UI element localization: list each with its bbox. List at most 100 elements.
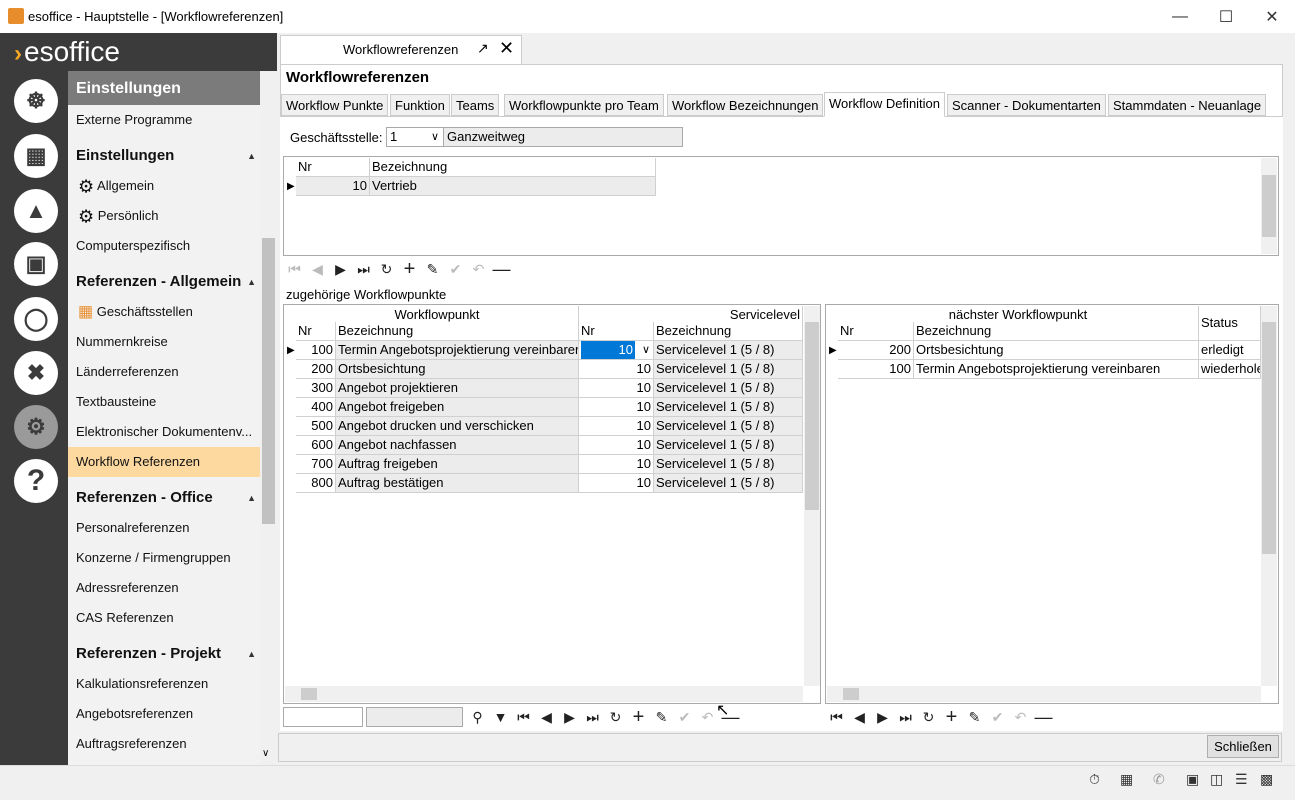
col-header-bezeichnung[interactable]: Bezeichnung (370, 158, 656, 177)
scroll-down-icon[interactable]: ∨ (262, 748, 269, 759)
left-grid-hscroll-thumb[interactable] (301, 688, 317, 700)
refresh-icon[interactable]: ↻ (604, 706, 627, 728)
refresh-icon[interactable]: ↻ (375, 258, 398, 280)
first-record-icon[interactable]: ⏮ (283, 258, 306, 280)
table-cell[interactable]: 10 (579, 379, 654, 398)
menu-item-allgemein[interactable]: ⚙ Allgemein (78, 176, 154, 197)
delete-icon[interactable]: — (1032, 706, 1055, 728)
gears-icon[interactable]: ⚙ (14, 405, 58, 449)
first-record-icon[interactable]: ⏮ (512, 706, 535, 728)
edit-icon[interactable]: ✎ (421, 258, 444, 280)
table-cell[interactable]: 10 ∨ (579, 341, 654, 360)
right-grid-hscrollbar[interactable] (827, 686, 1261, 702)
list-icon[interactable]: ☰ (1235, 771, 1248, 788)
col-header-bezeichnung[interactable]: Bezeichnung (914, 322, 1199, 341)
menu-item-textbausteine[interactable]: Textbausteine (76, 392, 156, 412)
geschaeftsstelle-select[interactable]: 1 ∨ (386, 127, 444, 147)
table-cell[interactable]: 800 (296, 474, 336, 493)
table-cell[interactable]: 10 (579, 474, 654, 493)
undo-icon[interactable]: ↶ (467, 258, 490, 280)
table-cell[interactable]: 700 (296, 455, 336, 474)
table-cell[interactable]: Servicelevel 1 (5 / 8) (654, 417, 803, 436)
close-tab-icon[interactable]: ✕ (499, 38, 514, 59)
table-cell[interactable]: wiederholen (1199, 360, 1261, 379)
save-icon[interactable]: ✔ (673, 706, 696, 728)
table-cell[interactable]: Angebot nachfassen (336, 436, 579, 455)
maximize-button[interactable]: ☐ (1203, 0, 1249, 33)
table-cell[interactable]: 100 (296, 341, 336, 360)
last-record-icon[interactable]: ⏭ (581, 706, 604, 728)
first-record-icon[interactable]: ⏮ (825, 706, 848, 728)
close-window-button[interactable]: ✕ (1249, 0, 1295, 33)
table-cell[interactable]: Termin Angebotsprojektierung vereinbaren (336, 341, 579, 360)
menu-item-persoenlich[interactable]: ⚙ Persönlich (78, 206, 158, 227)
delete-icon[interactable]: — (490, 258, 513, 280)
right-grid-hscroll-thumb[interactable] (843, 688, 859, 700)
table-cell[interactable]: Auftrag freigeben (336, 455, 579, 474)
prev-record-icon[interactable]: ◀ (848, 706, 871, 728)
search-icon[interactable]: ⚲ (466, 706, 489, 728)
table-cell[interactable]: Servicelevel 1 (5 / 8) (654, 379, 803, 398)
menu-section-referenzen-projekt[interactable]: Referenzen - Projekt ▲ (76, 645, 256, 662)
menu-scroll-thumb[interactable] (262, 238, 275, 524)
menu-item-geschaeftsstellen[interactable]: ▦ Geschäftsstellen (78, 302, 193, 322)
table-cell[interactable]: Servicelevel 1 (5 / 8) (654, 455, 803, 474)
table-cell[interactable]: Termin Angebotsprojektierung vereinbaren (914, 360, 1199, 379)
filter-icon[interactable]: ▼ (489, 706, 512, 728)
popout-icon[interactable]: ↗ (477, 40, 489, 57)
table-cell[interactable]: 400 (296, 398, 336, 417)
table-cell[interactable]: 10 (296, 177, 370, 196)
last-record-icon[interactable]: ⏭ (352, 258, 375, 280)
table-cell[interactable]: Servicelevel 1 (5 / 8) (654, 474, 803, 493)
search-field-2[interactable] (366, 707, 463, 727)
menu-item-dokumentenverwaltung[interactable]: Elektronischer Dokumentenv... (76, 422, 252, 442)
table-cell[interactable]: Ortsbesichtung (914, 341, 1199, 360)
table-cell[interactable]: Servicelevel 1 (5 / 8) (654, 360, 803, 379)
tab-funktion[interactable]: Funktion (390, 94, 450, 116)
undo-icon[interactable]: ↶ (1009, 706, 1032, 728)
stopwatch-icon[interactable]: ⏱ (1089, 771, 1100, 788)
menu-item-personalreferenzen[interactable]: Personalreferenzen (76, 518, 189, 538)
tab-teams[interactable]: Teams (451, 94, 500, 116)
table-cell[interactable]: Angebot projektieren (336, 379, 579, 398)
help-icon[interactable]: ? (14, 459, 58, 503)
col-header-bezeichnung[interactable]: Bezeichnung (336, 322, 579, 341)
table-cell[interactable]: erledigt (1199, 341, 1261, 360)
close-button[interactable]: Schließen (1207, 735, 1279, 758)
menu-item-cas-referenzen[interactable]: CAS Referenzen (76, 608, 174, 628)
menu-item-adressreferenzen[interactable]: Adressreferenzen (76, 578, 179, 598)
calendar-icon[interactable]: ▦ (14, 134, 58, 178)
tab-workflowpunkte-pro-team[interactable]: Workflowpunkte pro Team (504, 94, 664, 116)
menu-item-kalkulationsreferenzen[interactable]: Kalkulationsreferenzen (76, 674, 208, 694)
next-record-icon[interactable]: ▶ (329, 258, 352, 280)
table-cell[interactable]: Servicelevel 1 (5 / 8) (654, 436, 803, 455)
save-icon[interactable]: ✔ (986, 706, 1009, 728)
selected-cell-value[interactable]: 10 (581, 341, 635, 359)
table-cell[interactable]: 200 (296, 360, 336, 379)
table-cell[interactable]: 100 (838, 360, 914, 379)
chevron-down-icon[interactable]: ∨ (642, 341, 650, 359)
menu-item-auftragsreferenzen[interactable]: Auftragsreferenzen (76, 734, 187, 754)
menu-section-referenzen-allgemein[interactable]: Referenzen - Allgemein ▲ (76, 273, 256, 290)
edit-icon[interactable]: ✎ (650, 706, 673, 728)
edit-icon[interactable]: ✎ (963, 706, 986, 728)
save-icon[interactable]: ✔ (444, 258, 467, 280)
table-cell[interactable]: 10 (579, 360, 654, 379)
alarm-light-icon[interactable]: ▲ (14, 189, 58, 233)
helm-icon[interactable]: ☸ (14, 79, 58, 123)
menu-item-konzerne[interactable]: Konzerne / Firmengruppen (76, 548, 231, 568)
next-record-icon[interactable]: ▶ (871, 706, 894, 728)
menu-item-computerspezifisch[interactable]: Computerspezifisch (76, 236, 190, 256)
col-header-nr[interactable]: Nr (296, 158, 370, 177)
add-icon[interactable]: + (940, 706, 963, 728)
menu-item-angebotsreferenzen[interactable]: Angebotsreferenzen (76, 704, 193, 724)
menu-section-einstellungen[interactable]: Einstellungen ▲ (76, 147, 256, 164)
table-cell[interactable]: 500 (296, 417, 336, 436)
col-header-sl-bezeichnung[interactable]: Bezeichnung (654, 322, 803, 341)
col-header-nr[interactable]: Nr (296, 322, 336, 341)
table-cell[interactable]: 300 (296, 379, 336, 398)
menu-item-laenderreferenzen[interactable]: Länderreferenzen (76, 362, 179, 382)
tab-workflow-punkte[interactable]: Workflow Punkte (281, 94, 389, 116)
top-grid-scroll-thumb[interactable] (1262, 175, 1276, 237)
table-cell[interactable]: Vertrieb (370, 177, 656, 196)
